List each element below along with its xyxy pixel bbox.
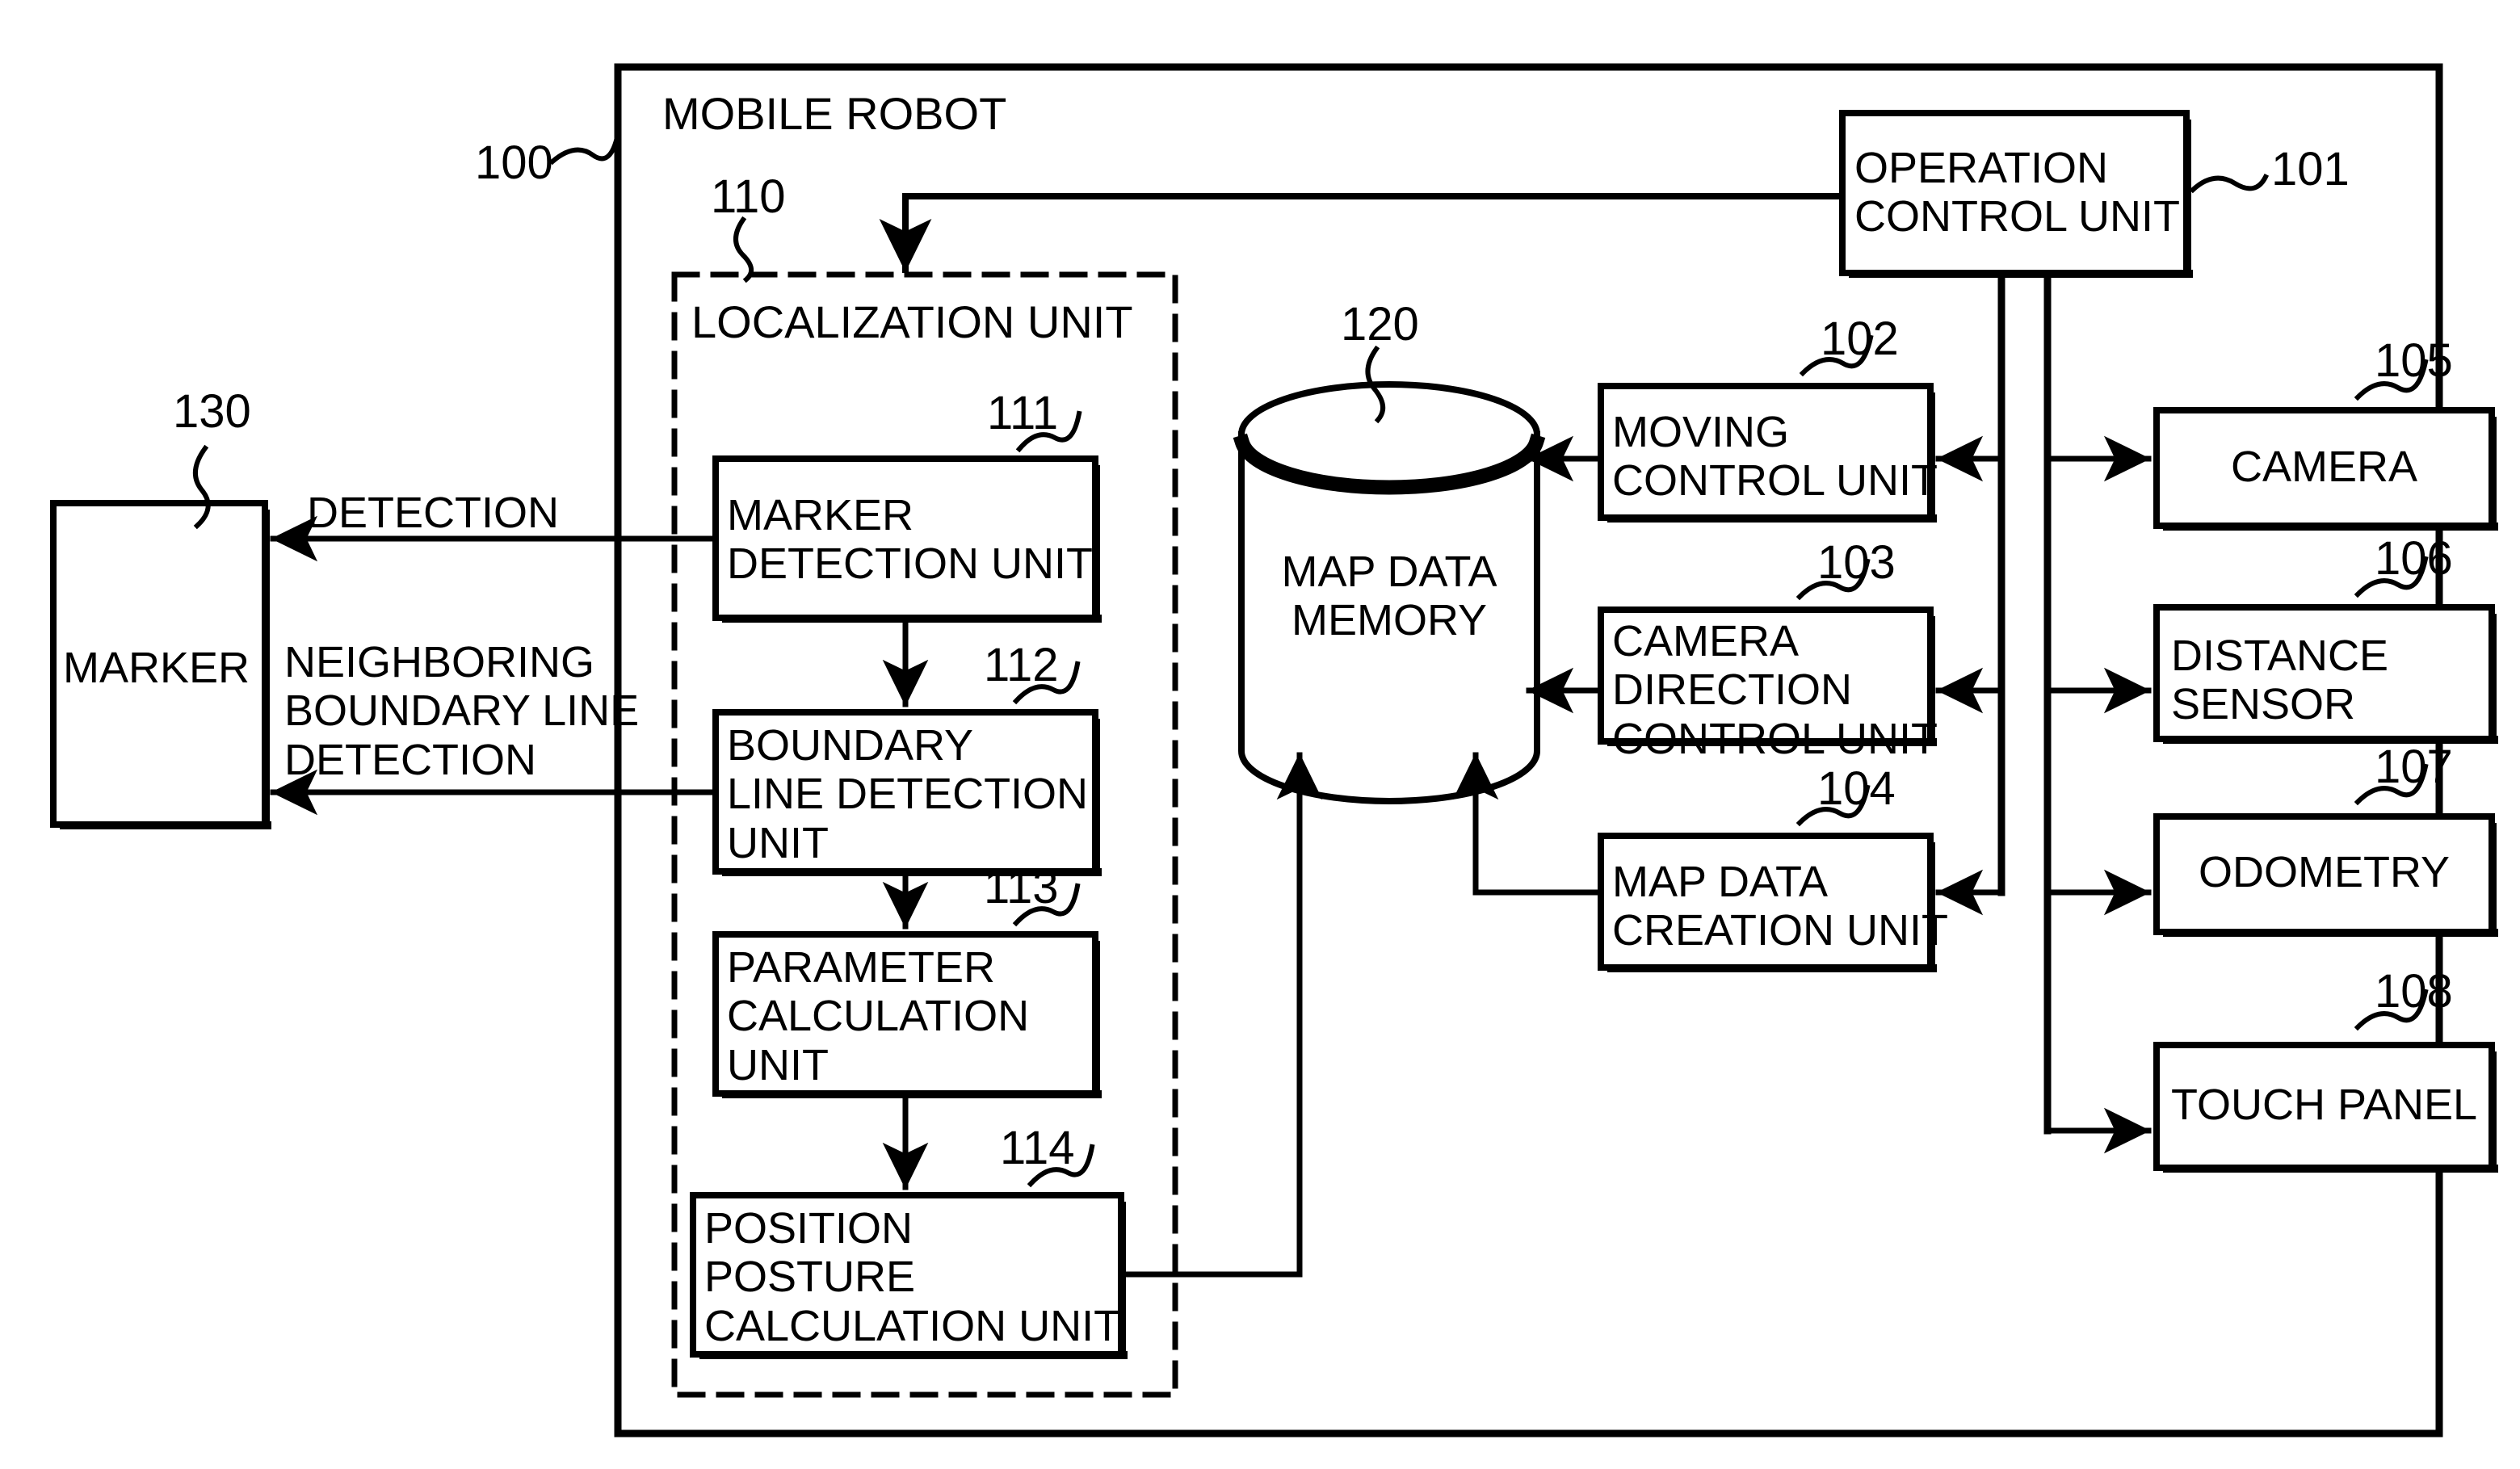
ref-106: 106 xyxy=(2375,532,2453,585)
ref-111: 111 xyxy=(987,387,1059,439)
leader-100 xyxy=(548,131,621,166)
ref-110: 110 xyxy=(711,170,786,223)
moving-control-unit-label: MOVING CONTROL UNIT xyxy=(1612,408,1938,506)
ref-100: 100 xyxy=(475,136,553,189)
ref-102: 102 xyxy=(1821,313,1899,365)
position-posture-calculation-unit-label: POSITION POSTURE CALCULATION UNIT xyxy=(704,1204,1121,1350)
odometry-label: ODOMETRY xyxy=(2198,848,2451,896)
parameter-calculation-unit-label: PARAMETER CALCULATION UNIT xyxy=(727,943,1030,1089)
localization-unit-title: LOCALIZATION UNIT xyxy=(691,296,1133,347)
leader-110 xyxy=(733,216,754,283)
ref-113: 113 xyxy=(984,861,1059,913)
ref-120: 120 xyxy=(1341,298,1419,350)
ref-101: 101 xyxy=(2271,143,2350,195)
ref-104: 104 xyxy=(1817,762,1896,815)
ref-130: 130 xyxy=(173,385,251,438)
boundary-line-detection-unit-label: BOUNDARY LINE DETECTION UNIT xyxy=(727,721,1089,867)
distance-sensor-label: DISTANCE SENSOR xyxy=(2171,632,2389,729)
operation-control-unit-label: OPERATION CONTROL UNIT xyxy=(1854,144,2180,241)
arrow-114-to-memory xyxy=(1123,752,1323,1278)
map-data-creation-unit-label: MAP DATA CREATION UNIT xyxy=(1612,858,1948,955)
ref-105: 105 xyxy=(2375,334,2453,387)
ref-112: 112 xyxy=(984,639,1059,691)
figure-title: MOBILE ROBOT xyxy=(662,88,1007,139)
arrow-operation-to-localization xyxy=(879,193,1846,273)
touch-panel-label: TOUCH PANEL xyxy=(2170,1081,2478,1129)
ref-108: 108 xyxy=(2375,965,2453,1018)
marker-detection-unit-label: MARKER DETECTION UNIT xyxy=(727,491,1093,589)
neighboring-boundary-signal-label: NEIGHBORING BOUNDARY LINE DETECTION xyxy=(284,638,640,784)
ref-103: 103 xyxy=(1817,536,1896,589)
marker-label: MARKER xyxy=(63,644,250,692)
ref-107: 107 xyxy=(2375,741,2453,793)
map-data-memory-label: MAP DATA MEMORY xyxy=(1281,548,1497,645)
camera-label: CAMERA xyxy=(2230,443,2418,491)
camera-direction-control-unit-label: CAMERA DIRECTION CONTROL UNIT xyxy=(1612,617,1938,763)
leader-101 xyxy=(2189,173,2270,194)
ref-114: 114 xyxy=(1000,1122,1075,1174)
detection-signal-label: DETECTION xyxy=(307,489,560,537)
figure-canvas: MOBILE ROBOT 100 LOCALIZATION UNIT 110 M… xyxy=(0,0,2520,1469)
